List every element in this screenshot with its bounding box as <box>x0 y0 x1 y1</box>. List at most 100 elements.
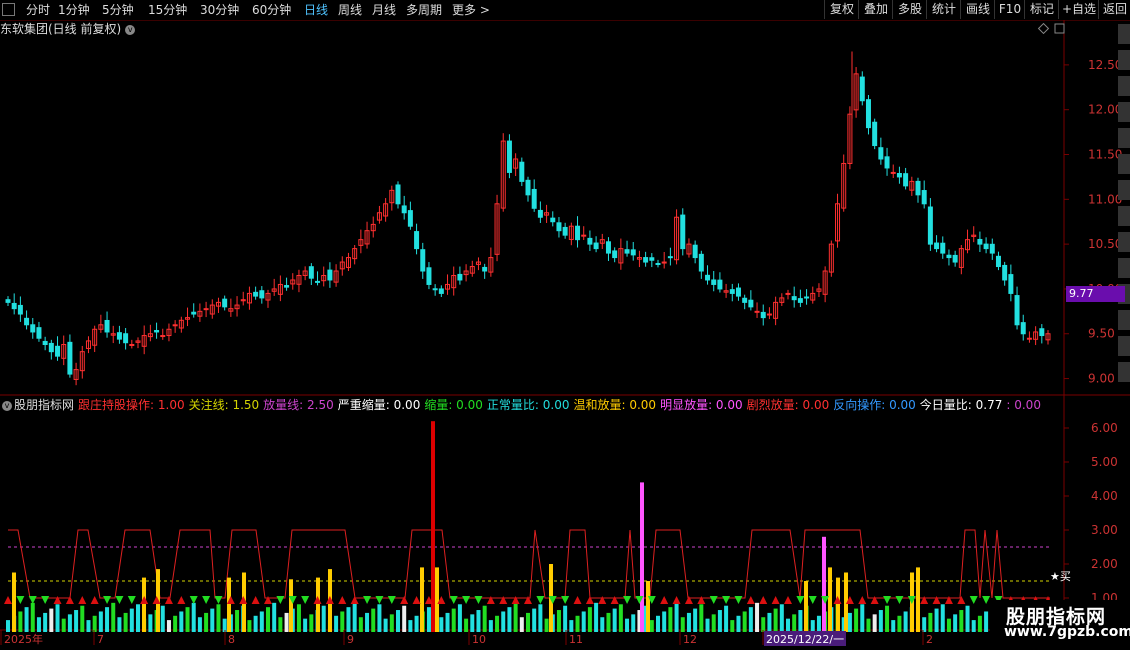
candle-body <box>989 243 995 254</box>
y-tick-label: 12.50 <box>1088 58 1122 72</box>
candle-body <box>698 253 704 272</box>
candle-body <box>742 297 748 303</box>
volume-bar <box>934 608 939 632</box>
candle-body <box>729 289 735 294</box>
volume-bar <box>284 612 289 632</box>
up-triangle-icon <box>325 596 334 604</box>
candle-body <box>711 279 717 285</box>
volume-bar <box>730 620 735 632</box>
candle-body <box>519 161 525 182</box>
down-triangle-icon <box>276 596 285 604</box>
volume-bar-extreme <box>431 421 435 632</box>
volume-bar <box>587 607 592 632</box>
volume-bar <box>569 620 574 632</box>
candle-body <box>797 298 803 303</box>
volume-bar <box>402 605 407 632</box>
volume-bar <box>358 617 363 632</box>
brand-url: www.7gpzb.com <box>1004 624 1130 640</box>
candle-body <box>605 241 611 254</box>
candle-body <box>395 184 401 205</box>
volume-bar <box>6 620 10 632</box>
candle-body <box>754 310 760 313</box>
up-triangle-icon <box>573 596 582 604</box>
candle-body <box>24 317 30 326</box>
candle-body <box>705 274 711 281</box>
candle-body <box>327 269 333 281</box>
candle-body <box>859 76 865 102</box>
candle-body <box>872 121 878 147</box>
volume-bar <box>526 612 530 632</box>
volume-bar <box>67 614 72 632</box>
volume-bar <box>266 607 270 632</box>
candle-body <box>612 250 618 259</box>
down-triangle-icon <box>375 596 384 604</box>
down-triangle-icon <box>363 596 372 604</box>
volume-bar <box>631 614 636 632</box>
up-triangle-icon <box>932 596 941 604</box>
volume-bar <box>724 605 729 632</box>
volume-bar <box>767 612 772 632</box>
volume-bar <box>507 607 512 632</box>
kline-chart[interactable]: 12.5012.0011.5011.0010.5010.009.509.006.… <box>0 0 1130 650</box>
down-triangle-icon <box>709 596 718 604</box>
y-tick-label: 6.00 <box>1091 421 1118 435</box>
date-label: 12 <box>683 633 697 646</box>
candle-body <box>581 234 587 237</box>
volume-bar <box>129 608 134 632</box>
volume-bar <box>191 602 196 632</box>
volume-bar <box>396 610 400 632</box>
candle-body <box>123 333 129 344</box>
candle-body <box>36 327 42 339</box>
volume-bar <box>736 615 741 632</box>
volume-bar <box>439 617 444 632</box>
up-triangle-icon <box>499 596 508 604</box>
candle-body <box>426 267 432 285</box>
y-tick-label: 4.00 <box>1091 489 1118 503</box>
date-label: 11 <box>569 633 583 646</box>
candle-body <box>661 261 667 264</box>
volume-bar <box>464 618 469 632</box>
volume-bar <box>334 615 339 632</box>
volume-bar <box>594 602 599 632</box>
volume-bar <box>111 602 116 632</box>
operation-step-line <box>8 529 1050 599</box>
candle-body <box>1020 322 1026 335</box>
down-triangle-icon <box>16 596 25 604</box>
side-label-block <box>1118 232 1130 252</box>
candle-body <box>791 296 797 301</box>
up-triangle-icon <box>486 596 495 604</box>
down-triangle-icon <box>623 596 632 604</box>
side-label-block <box>1118 24 1130 44</box>
volume-bar <box>544 618 549 632</box>
up-triangle-icon <box>524 596 532 604</box>
volume-bar <box>928 612 933 632</box>
y-tick-label: 10.50 <box>1088 237 1122 251</box>
up-triangle-icon <box>697 596 706 604</box>
up-triangle-icon <box>338 596 347 604</box>
volume-bar <box>816 615 821 632</box>
volume-bar-warm <box>435 567 439 632</box>
candle-body <box>804 296 810 299</box>
volume-bar <box>984 611 989 632</box>
up-triangle-icon <box>65 596 74 604</box>
candle-body <box>624 249 630 254</box>
volume-bar <box>451 608 456 632</box>
down-triangle-icon <box>127 596 136 604</box>
up-triangle-icon <box>350 596 359 604</box>
candle-body <box>649 257 655 261</box>
down-triangle-icon <box>28 596 37 604</box>
volume-bar <box>538 604 543 632</box>
volume-bar <box>123 612 128 632</box>
volume-bar <box>426 607 431 632</box>
candle-body <box>30 324 36 333</box>
y-tick-label: 2.00 <box>1091 557 1118 571</box>
up-triangle-icon <box>759 596 768 604</box>
volume-bar <box>389 614 394 632</box>
down-triangle-icon <box>907 596 916 604</box>
candle-body <box>420 249 426 272</box>
side-label-block <box>1118 310 1130 330</box>
date-label: 8 <box>228 633 235 646</box>
volume-bar <box>340 611 345 632</box>
volume-bar <box>674 602 679 632</box>
y-tick-label: 11.50 <box>1088 148 1122 162</box>
